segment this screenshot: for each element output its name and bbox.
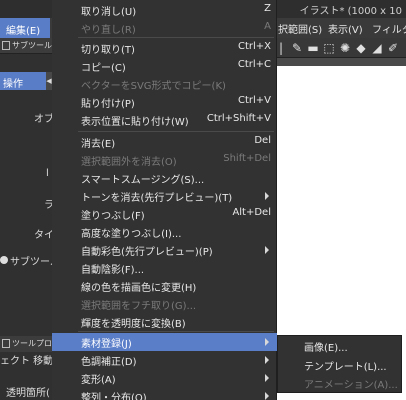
menu-item-shortcut: Ctrl+C (237, 59, 271, 70)
menu-item-label: スマートスムージング(S)... (81, 175, 205, 186)
menu-item-shortcut: Shift+Del (223, 153, 271, 164)
menu-edit[interactable]: 編集(E) (0, 18, 50, 38)
dotted-circle-icon[interactable]: ✺ (338, 41, 352, 55)
menu-item-label: 輝度を透明度に変換(B) (81, 319, 186, 330)
menu-item-shortcut: Ctrl+Shift+V (206, 113, 271, 124)
menu-item[interactable]: 素材登録(J) (52, 333, 277, 351)
submenu-item: アニメーション(A)... (278, 374, 401, 392)
menu-item-label: 自動陰影(F)... (81, 265, 145, 276)
edit-menu-dropdown: 取り消し(U) Z やり直し(R) A 切り取り(T) Ctrl+X コピー(C) Ctrl+… (52, 0, 277, 400)
menu-item[interactable]: 整列・分布(Q) (52, 387, 277, 400)
menu-item: ベクターをSVG形式でコピー(K) (52, 75, 277, 93)
submenu-item[interactable]: 画像(E)... (278, 337, 401, 355)
menu-item-shortcut: Del (254, 135, 271, 146)
menu-selection[interactable]: 択範囲(S) (278, 21, 322, 36)
submenu-arrow-icon (265, 374, 269, 382)
submenu-arrow-icon (265, 356, 269, 364)
menu-item[interactable]: 線の色を描画色に変更(H) (52, 277, 277, 295)
menu-item-label: 整列・分布(Q) (81, 393, 147, 400)
menu-item-label: 切り取り(T) (81, 45, 135, 56)
menu-item-label: 素材登録(J) (81, 339, 132, 350)
menu-item[interactable]: コピー(C) Ctrl+C (52, 57, 277, 75)
toolbar: | ✎ ▬ ⬚ ✺ ◆ ◢ ✐ (268, 38, 406, 58)
menu-item[interactable]: 輝度を透明度に変換(B) (52, 313, 277, 331)
menu-item-shortcut: Ctrl+X (237, 41, 271, 52)
fill-icon[interactable]: ◆ (354, 41, 368, 55)
menu-item[interactable]: 自動陰影(F)... (52, 259, 277, 277)
menu-item-label: 選択範囲外を消去(O) (81, 157, 177, 168)
menu-item-label: 表示位置に貼り付け(W) (81, 117, 189, 128)
effect-move-label: ェクト 移動 (0, 356, 54, 367)
panel-fragment: l (46, 168, 49, 179)
layer-icon[interactable]: ▬ (306, 41, 320, 55)
menu-separator (78, 37, 274, 38)
object-label: オブ (34, 114, 54, 125)
transparency-label: 透明箇所( (6, 388, 50, 399)
submenu-item-label: 画像(E)... (304, 343, 348, 354)
subtool-panel-header: サブツール[移 (0, 38, 63, 54)
window-title: イラスト* (1000 x 10 (299, 6, 402, 17)
menu-item-label: 線の色を描画色に変更(H) (81, 283, 197, 294)
menu-item[interactable]: 自動彩色(先行プレビュー)(P) (52, 241, 277, 259)
brush-icon[interactable]: ✐ (386, 41, 400, 55)
submenu-arrow-icon (265, 246, 269, 254)
menu-item-shortcut: Ctrl+V (237, 95, 271, 106)
tab-operation[interactable]: 操作 (0, 72, 46, 90)
erase-icon[interactable]: ◢ (370, 41, 384, 55)
menu-item: 選択範囲外を消去(O) Shift+Del (52, 151, 277, 169)
panel-fragment: タイ (34, 230, 54, 241)
submenu-arrow-icon (265, 392, 269, 400)
menu-item[interactable]: 貼り付け(P) Ctrl+V (52, 93, 277, 111)
menu-item-label: 色調補正(D) (81, 357, 137, 368)
menu-filter[interactable]: フィルタ (372, 21, 406, 36)
tab-operation-label: 操作 (3, 79, 23, 90)
menu-item: 選択範囲をフチ取り(G)... (52, 295, 277, 313)
menu-item[interactable]: 表示位置に貼り付け(W) Ctrl+Shift+V (52, 111, 277, 129)
menu-item-label: 塗りつぶし(F) (81, 211, 145, 222)
pen-icon[interactable]: ✎ (290, 41, 304, 55)
menu-item[interactable]: 切り取り(T) Ctrl+X (52, 39, 277, 57)
menu-item[interactable]: 高度な塗りつぶし(I)... (52, 223, 277, 241)
menu-item-shortcut: A (264, 21, 271, 32)
menu-item-shortcut: Alt+Del (232, 207, 271, 218)
menu-item: やり直し(R) A (52, 19, 277, 37)
canvas-ruler (268, 58, 406, 66)
menu-item-shortcut: Z (264, 3, 271, 14)
subtool-icon (2, 41, 10, 50)
menu-item[interactable]: トーンを消去(先行プレビュー)(T) (52, 187, 277, 205)
menu-view[interactable]: 表示(V) (328, 21, 363, 36)
material-register-submenu: 画像(E)... テンプレート(L)... アニメーション(A)... (277, 335, 402, 393)
menu-item-label: コピー(C) (81, 63, 126, 74)
radio-button[interactable] (0, 256, 8, 264)
menu-item-label: ベクターをSVG形式でコピー(K) (81, 81, 226, 92)
submenu-arrow-icon (265, 192, 269, 200)
tool-property-icon (2, 339, 10, 348)
menu-item[interactable]: 変形(A) (52, 369, 277, 387)
menu-item-label: 取り消し(U) (81, 7, 137, 18)
submenu-item-label: アニメーション(A)... (304, 380, 398, 391)
menu-item-label: 消去(E) (81, 139, 116, 150)
menu-item-label: 自動彩色(先行プレビュー)(P) (81, 247, 213, 258)
menu-item[interactable]: 色調補正(D) (52, 351, 277, 369)
menu-item-label: 高度な塗りつぶし(I)... (81, 229, 182, 240)
tool-property-header: ツールプロパ (0, 336, 60, 352)
menu-item-label: トーンを消去(先行プレビュー)(T) (81, 193, 233, 204)
menu-item-label: 貼り付け(P) (81, 99, 135, 110)
menu-separator (78, 131, 274, 132)
selection-rect-icon[interactable]: ⬚ (322, 41, 336, 55)
menu-item[interactable]: 消去(E) Del (52, 133, 277, 151)
submenu-arrow-icon (265, 338, 269, 346)
menu-item[interactable]: 塗りつぶし(F) Alt+Del (52, 205, 277, 223)
menu-item[interactable]: スマートスムージング(S)... (52, 169, 277, 187)
menu-separator (78, 331, 274, 332)
submenu-item[interactable]: テンプレート(L)... (278, 356, 401, 374)
menu-item[interactable]: 取り消し(U) Z (52, 1, 277, 19)
menu-item-label: やり直し(R) (81, 25, 136, 36)
menu-item-label: 選択範囲をフチ取り(G)... (81, 301, 197, 312)
menu-item-label: 変形(A) (81, 375, 116, 386)
submenu-item-label: テンプレート(L)... (304, 362, 387, 373)
